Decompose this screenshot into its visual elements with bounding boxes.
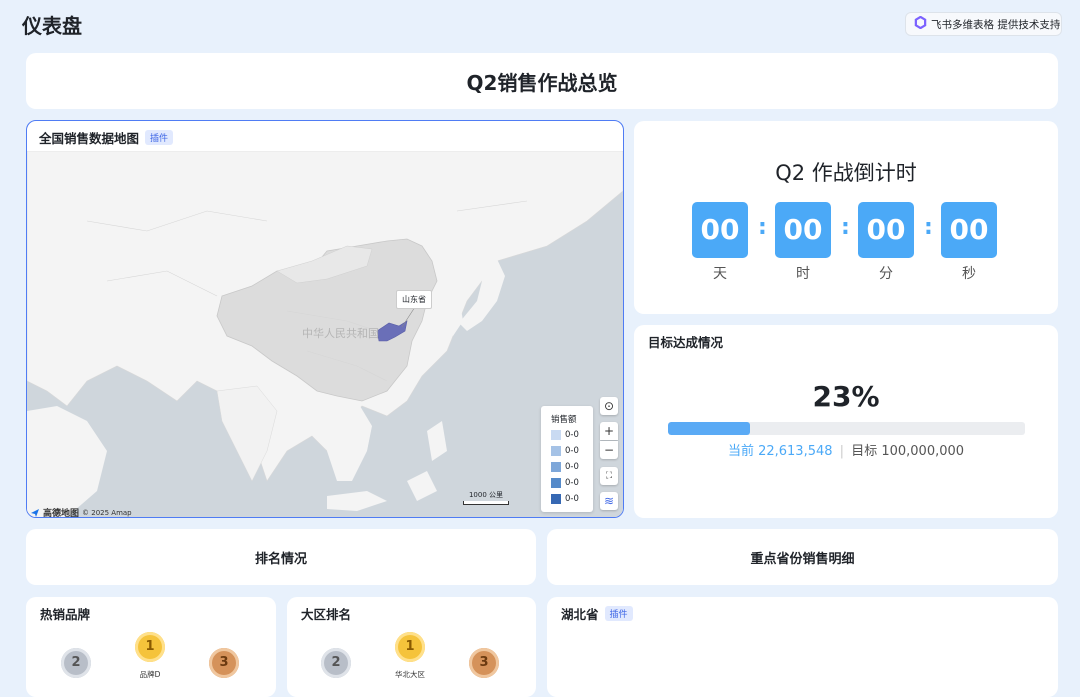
gold-medal-label: 华北大区: [395, 670, 425, 679]
sales-map-card[interactable]: 全国销售数据地图 插件 中华人民共和国 山东省 销售额 0-0 0-0 0-0 …: [26, 120, 624, 518]
legend-title: 销售额: [551, 415, 577, 425]
legend-swatch: [551, 478, 561, 488]
legend-item: 0-0: [551, 478, 579, 488]
header-card: Q2销售作战总览: [26, 53, 1058, 109]
country-label: 中华人民共和国: [302, 326, 379, 340]
goal-card: 目标达成情况 23% 当前 22,613,548 | 目标 100,000,00…: [634, 325, 1058, 518]
goal-percent: 23%: [812, 380, 880, 413]
countdown-separator: :: [758, 215, 767, 240]
legend-item: 0-0: [551, 430, 579, 440]
region-rank-title: 大区排名: [301, 607, 352, 622]
hot-brands-title: 热销品牌: [40, 607, 91, 622]
countdown-unit-days: 天: [713, 266, 727, 282]
zoom-in-button[interactable]: +: [600, 422, 618, 440]
gold-medal-icon: 1: [395, 632, 425, 662]
map-canvas[interactable]: 中华人民共和国 山东省 销售额 0-0 0-0 0-0 0-0 0-0 ⊙ + …: [27, 151, 623, 517]
province-detail-section-title: 重点省份销售明细: [750, 552, 855, 567]
plugin-tag: 插件: [604, 606, 633, 621]
goal-title: 目标达成情况: [648, 335, 724, 350]
countdown-seconds: 00: [941, 202, 997, 258]
countdown-separator: :: [924, 215, 933, 240]
goal-target: 目标 100,000,000: [851, 444, 965, 459]
silver-medal-icon: 2: [321, 648, 351, 678]
legend-swatch: [551, 446, 561, 456]
map-title-text: 全国销售数据地图: [39, 131, 140, 146]
layers-icon[interactable]: ≋: [600, 492, 618, 510]
amap-logo-name: 高德地图: [43, 509, 80, 517]
scale-label: 1000 公里: [468, 491, 504, 499]
goal-summary: 当前 22,613,548 | 目标 100,000,000: [634, 440, 1058, 459]
countdown-minutes: 00: [858, 202, 914, 258]
gold-medal-icon: 1: [135, 632, 165, 662]
amap-copyright: © 2025 Amap: [82, 508, 132, 517]
zoom-out-button[interactable]: −: [600, 441, 618, 459]
map-svg: 中华人民共和国: [27, 151, 623, 517]
province-detail-section-card: 重点省份销售明细: [547, 529, 1058, 585]
countdown-unit-seconds: 秒: [962, 266, 976, 282]
silver-medal-icon: 2: [61, 648, 91, 678]
dashboard-title: Q2销售作战总览: [466, 71, 618, 95]
map-card-title: 全国销售数据地图 插件: [39, 128, 174, 147]
plugin-tag: 插件: [145, 130, 174, 145]
countdown-hours: 00: [775, 202, 831, 258]
countdown-unit-minutes: 分: [879, 266, 893, 282]
province-tooltip: 山东省: [396, 290, 432, 309]
amap-arrow-icon: [30, 508, 40, 518]
province-card[interactable]: 湖北省 插件: [547, 597, 1058, 697]
legend-item: 0-0: [551, 494, 579, 504]
amap-logo: 高德地图 © 2025 Amap: [30, 506, 132, 517]
bronze-medal-icon: 3: [209, 648, 239, 678]
scale-bar: [463, 501, 509, 505]
goal-separator: |: [839, 444, 845, 459]
support-badge-text: 飞书多维表格 提供技术支持: [931, 18, 1061, 31]
province-name: 湖北省: [561, 607, 599, 622]
countdown-card: Q2 作战倒计时 00 : 00 : 00 : 00 天 时 分 秒: [634, 121, 1058, 314]
ranking-section-card: 排名情况: [26, 529, 536, 585]
countdown-unit-hours: 时: [796, 266, 810, 282]
goal-progress-track: [668, 422, 1025, 435]
gold-medal-label: 品牌D: [139, 670, 161, 679]
countdown-days: 00: [692, 202, 748, 258]
map-legend: 销售额 0-0 0-0 0-0 0-0 0-0: [541, 406, 593, 512]
legend-item: 0-0: [551, 462, 579, 472]
legend-swatch: [551, 430, 561, 440]
bronze-medal-icon: 3: [469, 648, 499, 678]
fullscreen-icon[interactable]: ⛶: [600, 467, 618, 485]
goal-current: 当前 22,613,548: [727, 444, 833, 459]
region-rank-card: 大区排名 2 1 华北大区 3: [287, 597, 536, 697]
legend-swatch: [551, 494, 561, 504]
page-title: 仪表盘: [22, 14, 82, 38]
map-scale: 1000 公里: [463, 490, 509, 505]
support-badge[interactable]: 飞书多维表格 提供技术支持: [905, 12, 1062, 36]
feishu-logo-icon: [914, 15, 927, 32]
goal-progress-fill: [668, 422, 751, 435]
legend-item: 0-0: [551, 446, 579, 456]
hot-brands-card: 热销品牌 2 1 品牌D 3: [26, 597, 276, 697]
compass-icon[interactable]: ⊙: [600, 397, 618, 415]
legend-swatch: [551, 462, 561, 472]
ranking-section-title: 排名情况: [254, 552, 307, 567]
countdown-separator: :: [841, 215, 850, 240]
province-card-title: 湖北省 插件: [561, 604, 633, 623]
countdown-title: Q2 作战倒计时: [775, 161, 917, 185]
